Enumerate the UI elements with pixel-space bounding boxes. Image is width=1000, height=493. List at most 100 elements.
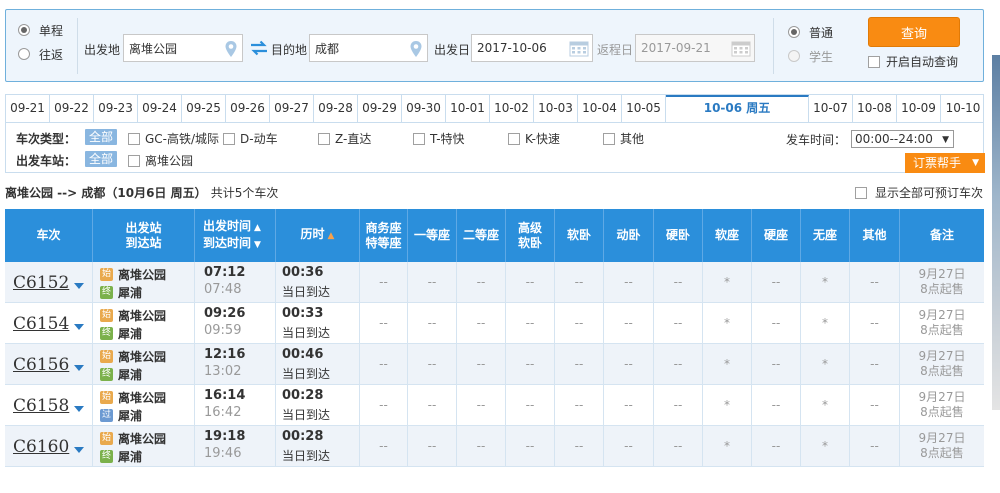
chevron-down-icon[interactable] (74, 283, 84, 289)
calendar-icon[interactable] (569, 40, 589, 57)
date-tab[interactable]: 10-09 (897, 95, 941, 123)
chevron-down-icon[interactable] (74, 406, 84, 412)
seat-cell: -- (360, 344, 408, 384)
seat-cell: -- (850, 426, 900, 466)
end-badge-icon: 终 (100, 450, 113, 463)
seat-cell: -- (604, 385, 654, 425)
seat-cell: * (703, 344, 752, 384)
radio-round-trip[interactable]: 往返 (14, 42, 77, 66)
filter-other[interactable]: 其他 (603, 130, 644, 147)
seat-cell: -- (408, 262, 457, 302)
return-date-input[interactable]: 2017-09-21 (635, 34, 755, 62)
filter-k[interactable]: K-快速 (508, 130, 560, 147)
filter-z[interactable]: Z-直达 (318, 130, 371, 147)
sale-date: 9月27日 (918, 390, 966, 404)
train-number-link[interactable]: C6152 (13, 273, 69, 293)
query-button[interactable]: 查询 (868, 17, 960, 47)
train-number-link[interactable]: C6154 (13, 314, 69, 334)
date-tab[interactable]: 09-24 (138, 95, 182, 123)
to-station[interactable]: 终犀浦 (100, 448, 142, 465)
from-station[interactable]: 始离堆公园 (100, 430, 166, 447)
calendar-icon[interactable] (731, 40, 751, 57)
time-cell: 19:18 19:46 (195, 426, 276, 466)
from-station-name: 离堆公园 (118, 268, 167, 282)
radio-icon (788, 26, 800, 38)
seat-cell: -- (850, 344, 900, 384)
col-time[interactable]: 出发时间 ▲ 到达时间 ▼ (195, 209, 276, 262)
date-tab[interactable]: 10-06 周五 (666, 95, 809, 123)
to-input[interactable]: 成都 (309, 34, 428, 62)
radio-student[interactable]: 学生 (784, 44, 833, 68)
date-tab[interactable]: 09-22 (50, 95, 94, 123)
depart-time-select[interactable]: 00:00--24:00 ▼ (851, 130, 954, 148)
date-tab[interactable]: 09-26 (226, 95, 270, 123)
search-panel: 单程 往返 出发地 离堆公园 目的地 成都 出发日 2017-10-06 返程日… (5, 9, 984, 82)
to-station[interactable]: 终犀浦 (100, 284, 142, 301)
filter-gc[interactable]: GC-高铁/城际 (128, 130, 219, 147)
train-number-link[interactable]: C6160 (13, 437, 69, 457)
train-cell: C6158 (5, 385, 93, 425)
col-no-seat: 无座 (801, 209, 850, 262)
filter-t[interactable]: T-特快 (413, 130, 465, 147)
show-all-toggle[interactable]: 显示全部可预订车次 (855, 184, 983, 201)
chevron-down-icon: ▼ (942, 135, 949, 145)
from-input[interactable]: 离堆公园 (123, 34, 243, 62)
date-tab[interactable]: 09-29 (358, 95, 402, 123)
train-number-link[interactable]: C6156 (13, 355, 69, 375)
depart-date-input[interactable]: 2017-10-06 (471, 34, 593, 62)
from-station[interactable]: 始离堆公园 (100, 348, 166, 365)
filter-station[interactable]: 离堆公园 (128, 152, 193, 169)
time-cell: 09:26 09:59 (195, 303, 276, 343)
train-type-all-button[interactable]: 全部 (85, 129, 118, 145)
from-station-name: 离堆公园 (118, 432, 167, 446)
to-station[interactable]: 终犀浦 (100, 325, 142, 342)
seat-cell: -- (457, 426, 506, 466)
seat-cell: -- (555, 385, 604, 425)
date-tab[interactable]: 10-05 (622, 95, 666, 123)
date-tab[interactable]: 09-27 (270, 95, 314, 123)
location-pin-icon[interactable] (409, 40, 423, 58)
seat-cell: -- (457, 303, 506, 343)
to-station[interactable]: 终犀浦 (100, 366, 142, 383)
date-tab[interactable]: 10-03 (534, 95, 578, 123)
date-tab[interactable]: 10-08 (853, 95, 897, 123)
date-tab[interactable]: 09-30 (402, 95, 446, 123)
filter-label: GC-高铁/城际 (145, 132, 220, 146)
date-tab[interactable]: 10-10 (941, 95, 985, 123)
seat-cell: -- (506, 385, 555, 425)
location-pin-icon[interactable] (224, 40, 238, 58)
date-tab[interactable]: 10-07 (809, 95, 853, 123)
swap-icon[interactable] (249, 40, 269, 56)
from-station[interactable]: 始离堆公园 (100, 389, 166, 406)
booking-helper-button[interactable]: 订票帮手 ▼ (905, 153, 985, 173)
chevron-down-icon: ▼ (972, 158, 979, 168)
date-tab[interactable]: 10-01 (446, 95, 490, 123)
train-number-link[interactable]: C6158 (13, 396, 69, 416)
seat-cell: -- (555, 426, 604, 466)
chevron-down-icon[interactable] (74, 365, 84, 371)
radio-adult[interactable]: 普通 (784, 20, 833, 44)
date-tab[interactable]: 10-04 (578, 95, 622, 123)
col-duration[interactable]: 历时 ▲ (276, 209, 360, 262)
date-tab[interactable]: 09-28 (314, 95, 358, 123)
arrive-day: 当日到达 (282, 408, 331, 422)
from-station[interactable]: 始离堆公园 (100, 307, 166, 324)
from-station[interactable]: 始离堆公园 (100, 266, 166, 283)
start-badge-icon: 始 (100, 268, 113, 281)
station-all-button[interactable]: 全部 (85, 151, 118, 167)
depart-time: 09:26 (204, 306, 246, 321)
seat-cell: -- (360, 426, 408, 466)
checkbox-icon (223, 132, 235, 145)
filter-d[interactable]: D-动车 (223, 130, 278, 147)
chevron-down-icon[interactable] (74, 447, 84, 453)
date-tab[interactable]: 09-25 (182, 95, 226, 123)
chevron-down-icon[interactable] (74, 324, 84, 330)
table-row: C6156 始离堆公园 终犀浦 12:16 13:02 00:46 当日到达 --… (5, 344, 984, 385)
to-station[interactable]: 过犀浦 (100, 407, 142, 424)
depart-time-value: 00:00--24:00 (855, 132, 933, 146)
date-tab[interactable]: 09-23 (94, 95, 138, 123)
date-tab[interactable]: 10-02 (490, 95, 534, 123)
auto-query-toggle[interactable]: 开启自动查询 (868, 53, 958, 70)
date-tab[interactable]: 09-21 (6, 95, 50, 123)
radio-one-way[interactable]: 单程 (14, 18, 77, 42)
